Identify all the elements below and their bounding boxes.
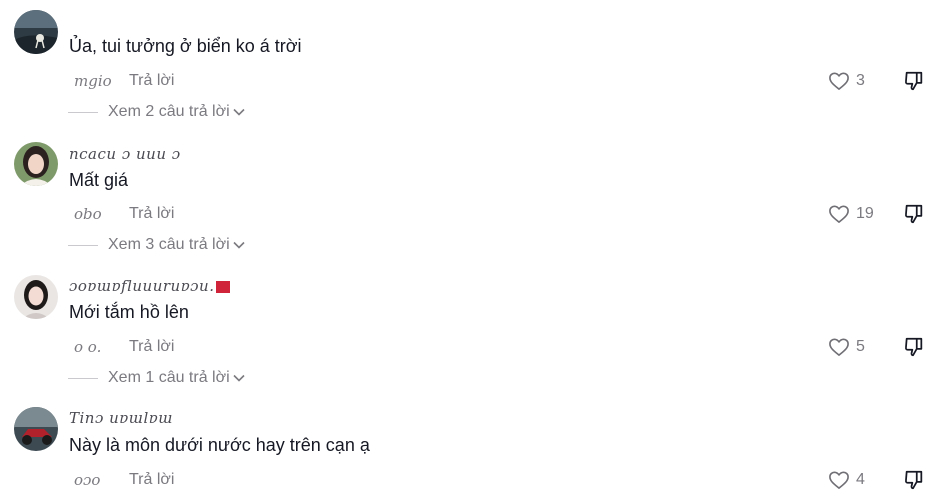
divider-line — [68, 244, 98, 246]
like-button[interactable]: 5 — [828, 337, 865, 357]
comment-text: Ủa, tui tưởng ở biển ko á trời — [69, 36, 302, 56]
comment-meta: o o. Trả lời — [74, 338, 174, 356]
divider-line — [68, 111, 98, 113]
view-replies-button[interactable]: Xem 2 câu trả lời — [68, 103, 245, 121]
comment-meta: mgio Trả lời — [74, 72, 174, 90]
avatar[interactable] — [14, 275, 58, 319]
comment-meta: oɔo Trả lời — [74, 471, 174, 489]
dislike-button[interactable] — [903, 469, 925, 491]
dislike-button[interactable] — [903, 336, 925, 358]
view-replies-label: Xem 2 câu trả lời — [108, 103, 230, 120]
comment-text: Này là môn dưới nước hay trên cạn ạ — [69, 435, 370, 455]
like-count: 5 — [856, 338, 865, 355]
comment-date: o o. — [74, 338, 102, 356]
thumbs-down-icon — [905, 204, 923, 224]
chevron-down-icon — [233, 108, 245, 116]
comment-username[interactable]: Tinɔ uɐɯlɐɯ — [69, 409, 173, 427]
comment-date: obo — [74, 205, 102, 223]
thumbs-down-icon — [905, 337, 923, 357]
comment-text: Mất giá — [69, 170, 129, 190]
view-replies-label: Xem 3 câu trả lời — [108, 236, 230, 253]
username-text: ɔoɐɯɐfluuuruɐɔu. — [69, 277, 215, 295]
dislike-button[interactable] — [903, 203, 925, 225]
dislike-button[interactable] — [903, 70, 925, 92]
comment-username[interactable]: ncacu ɔ uuu ɔ — [69, 145, 181, 163]
comment-date: mgio — [74, 72, 112, 90]
reply-button[interactable]: Trả lời — [129, 338, 174, 356]
heart-outline-icon — [829, 338, 849, 356]
comment-date: oɔo — [74, 471, 101, 489]
avatar[interactable] — [14, 142, 58, 186]
comment-text: Mới tắm hồ lên — [69, 302, 189, 322]
heart-outline-icon — [829, 205, 849, 223]
heart-outline-icon — [829, 471, 849, 489]
avatar[interactable] — [14, 10, 58, 54]
view-replies-label: Xem 1 câu trả lời — [108, 369, 230, 386]
divider-line — [68, 377, 98, 379]
comment-username[interactable]: ɔoɐɯɐfluuuruɐɔu. — [69, 277, 231, 295]
comment-meta: obo Trả lời — [74, 205, 174, 223]
like-count: 4 — [856, 471, 865, 488]
heart-outline-icon — [829, 72, 849, 90]
view-replies-button[interactable]: Xem 1 câu trả lời — [68, 369, 245, 387]
reply-button[interactable]: Trả lời — [129, 471, 174, 489]
flag-badge — [216, 281, 231, 293]
chevron-down-icon — [233, 241, 245, 249]
thumbs-down-icon — [905, 71, 923, 91]
chevron-down-icon — [233, 374, 245, 382]
like-button[interactable]: 4 — [828, 470, 865, 490]
like-button[interactable]: 3 — [828, 71, 865, 91]
view-replies-button[interactable]: Xem 3 câu trả lời — [68, 236, 245, 254]
avatar[interactable] — [14, 407, 58, 451]
thumbs-down-icon — [905, 470, 923, 490]
like-count: 3 — [856, 72, 865, 89]
reply-button[interactable]: Trả lời — [129, 205, 174, 223]
reply-button[interactable]: Trả lời — [129, 72, 174, 90]
like-count: 19 — [856, 205, 874, 222]
like-button[interactable]: 19 — [828, 204, 874, 224]
